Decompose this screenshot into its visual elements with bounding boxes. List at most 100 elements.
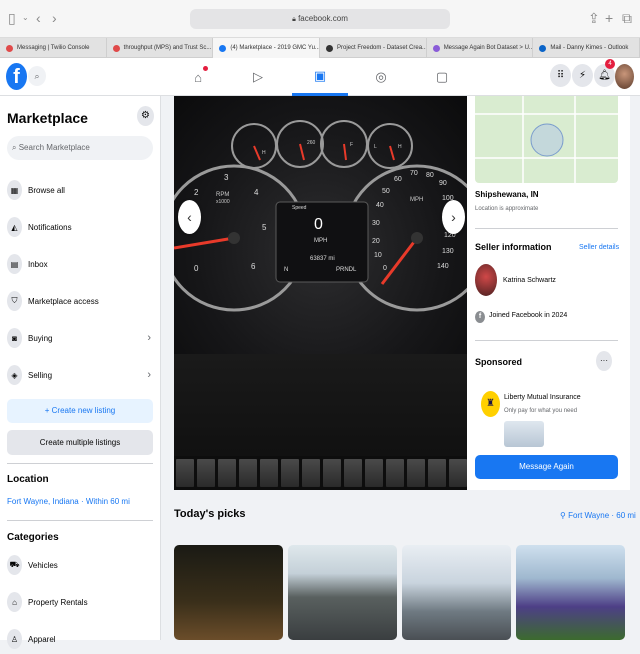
sidebar-item-buying[interactable]: ◙ Buying ›	[7, 323, 153, 353]
photo-thumbnail[interactable]	[260, 459, 278, 487]
create-multiple-listings-button[interactable]: Create multiple listings	[7, 430, 153, 455]
messenger-icon[interactable]: ⚡︎	[572, 64, 593, 87]
liberty-mutual-logo[interactable]: ♜	[481, 391, 500, 417]
gauge-needle	[389, 145, 395, 161]
location-pin-icon: ⚲	[560, 511, 569, 520]
pick-card[interactable]	[516, 545, 625, 640]
browser-tab-project-freedom[interactable]: Project Freedom - Dataset Crea...	[320, 38, 427, 58]
tab-label: Mail - Danny Kimes - Outlook	[550, 45, 629, 51]
browser-tab-outlook[interactable]: Mail - Danny Kimes - Outlook	[533, 38, 640, 58]
divider	[7, 463, 153, 464]
url-text: facebook.com	[298, 14, 348, 23]
forward-icon[interactable]: ›	[52, 9, 57, 27]
gauge-hub	[411, 232, 423, 244]
category-label: Apparel	[28, 634, 56, 644]
gauge-needle	[343, 143, 347, 161]
more-options-icon[interactable]: ···	[596, 351, 612, 371]
sidebar-toggle-icon[interactable]: ▯	[8, 9, 16, 27]
category-property-rentals[interactable]: ⌂ Property Rentals	[7, 587, 153, 617]
menu-grid-icon[interactable]: ⠿	[550, 64, 571, 87]
photo-thumbnail[interactable]	[323, 459, 341, 487]
sidebar-item-selling[interactable]: ◈ Selling ›	[7, 360, 153, 390]
mph-needle	[380, 237, 419, 285]
photo-thumbnail[interactable]	[176, 459, 194, 487]
photo-thumbnail[interactable]	[428, 459, 446, 487]
category-vehicles[interactable]: ⛟ Vehicles	[7, 550, 153, 580]
previous-photo-button[interactable]: ‹	[178, 200, 201, 234]
categories-heading: Categories	[7, 532, 59, 543]
small-gauge-label: H	[262, 150, 266, 156]
picks-location-link[interactable]: ⚲ Fort Wayne · 60 mi	[560, 511, 636, 520]
sidebar-item-marketplace-access[interactable]: ⛉ Marketplace access	[7, 286, 153, 316]
tab-label: Message Again Bot Dataset > U...	[443, 45, 534, 51]
search-icon: ⌕	[12, 143, 19, 152]
tab-label: Project Freedom - Dataset Crea...	[337, 45, 427, 51]
pick-card[interactable]	[174, 545, 283, 640]
seller-name[interactable]: Katrina Schwartz	[503, 277, 556, 284]
seller-joined: Joined Facebook in 2024	[489, 312, 568, 319]
sidebar-item-browse-all[interactable]: ▦ Browse all	[7, 175, 153, 205]
location-note: Location is approximate	[475, 206, 539, 212]
facebook-logo[interactable]: f	[6, 63, 27, 90]
gear-icon[interactable]: ⚙	[137, 106, 154, 126]
video-icon[interactable]: ▷	[230, 58, 286, 96]
pick-card[interactable]	[288, 545, 397, 640]
tab-favicon-icon	[432, 44, 440, 52]
seller-details-link[interactable]: Seller details	[579, 244, 619, 251]
ad-title[interactable]: Liberty Mutual Insurance	[504, 394, 581, 401]
photo-thumbnail[interactable]	[239, 459, 257, 487]
rpm-needle	[174, 236, 235, 250]
sidebar-item-label: Selling	[28, 370, 53, 380]
marketplace-icon[interactable]: ▣	[292, 58, 348, 96]
rpm-label: RPM	[216, 192, 230, 198]
car-icon: ⛟	[7, 555, 22, 575]
groups-icon[interactable]: ◎	[353, 58, 409, 96]
ad-image[interactable]	[504, 421, 544, 447]
photo-thumbnail[interactable]	[218, 459, 236, 487]
new-tab-icon[interactable]: +	[605, 9, 613, 27]
address-bar[interactable]: 🔒︎ facebook.com	[190, 9, 450, 29]
divider	[7, 520, 153, 521]
photo-thumbnail[interactable]	[407, 459, 425, 487]
chevron-down-icon[interactable]: ⌄	[22, 9, 29, 27]
category-label: Vehicles	[28, 560, 58, 570]
browser-tab-marketplace[interactable]: (4) Marketplace - 2019 GMC Yu...	[213, 38, 321, 58]
location-map[interactable]	[475, 96, 618, 183]
sidebar-item-notifications[interactable]: ◭ Notifications	[7, 212, 153, 242]
mph-tick-label: 20	[372, 238, 380, 245]
create-listing-button[interactable]: + Create new listing	[7, 399, 153, 423]
back-icon[interactable]: ‹	[36, 9, 41, 27]
marketplace-search-input[interactable]: ⌕ Search Marketplace	[7, 136, 153, 160]
photo-thumbnail[interactable]	[344, 459, 362, 487]
browser-tab-twilio[interactable]: Messaging | Twilio Console	[0, 38, 107, 58]
share-icon[interactable]: ⇪	[588, 9, 600, 27]
next-photo-button[interactable]: ›	[442, 200, 465, 234]
picks-heading: Today's picks	[174, 508, 246, 520]
tab-overview-icon[interactable]: ⧉	[622, 9, 632, 27]
gaming-icon[interactable]: ▢	[414, 58, 470, 96]
home-icon[interactable]: ⌂	[170, 58, 226, 96]
message-again-button[interactable]: Message Again	[475, 455, 618, 479]
photo-blur-area	[174, 354, 467, 454]
profile-avatar[interactable]	[615, 64, 634, 89]
rpm-tick-label: 6	[251, 262, 256, 271]
search-icon[interactable]: ⌕	[28, 66, 46, 86]
sidebar-item-inbox[interactable]: ▤ Inbox	[7, 249, 153, 279]
mph-tick-label: 10	[374, 252, 382, 259]
location-link[interactable]: Fort Wayne, Indiana · Within 60 mi	[7, 497, 130, 506]
photo-thumbnail[interactable]	[302, 459, 320, 487]
photo-thumbnail[interactable]	[281, 459, 299, 487]
photo-thumbnail[interactable]	[386, 459, 404, 487]
pick-card[interactable]	[402, 545, 511, 640]
map-graphic	[475, 96, 618, 183]
browser-tab-message-again[interactable]: Message Again Bot Dataset > U...	[427, 38, 534, 58]
notification-badge: 4	[605, 59, 615, 69]
seller-avatar[interactable]	[475, 264, 497, 296]
browser-tab-throughput[interactable]: throughput (MPS) and Trust Sc...	[107, 38, 214, 58]
photo-thumbnail[interactable]	[197, 459, 215, 487]
mph-tick-label: 40	[376, 202, 384, 209]
photo-thumbnail[interactable]	[449, 459, 467, 487]
category-apparel[interactable]: ♙ Apparel	[7, 624, 153, 654]
mph-tick-label: 80	[426, 172, 434, 179]
photo-thumbnail[interactable]	[365, 459, 383, 487]
